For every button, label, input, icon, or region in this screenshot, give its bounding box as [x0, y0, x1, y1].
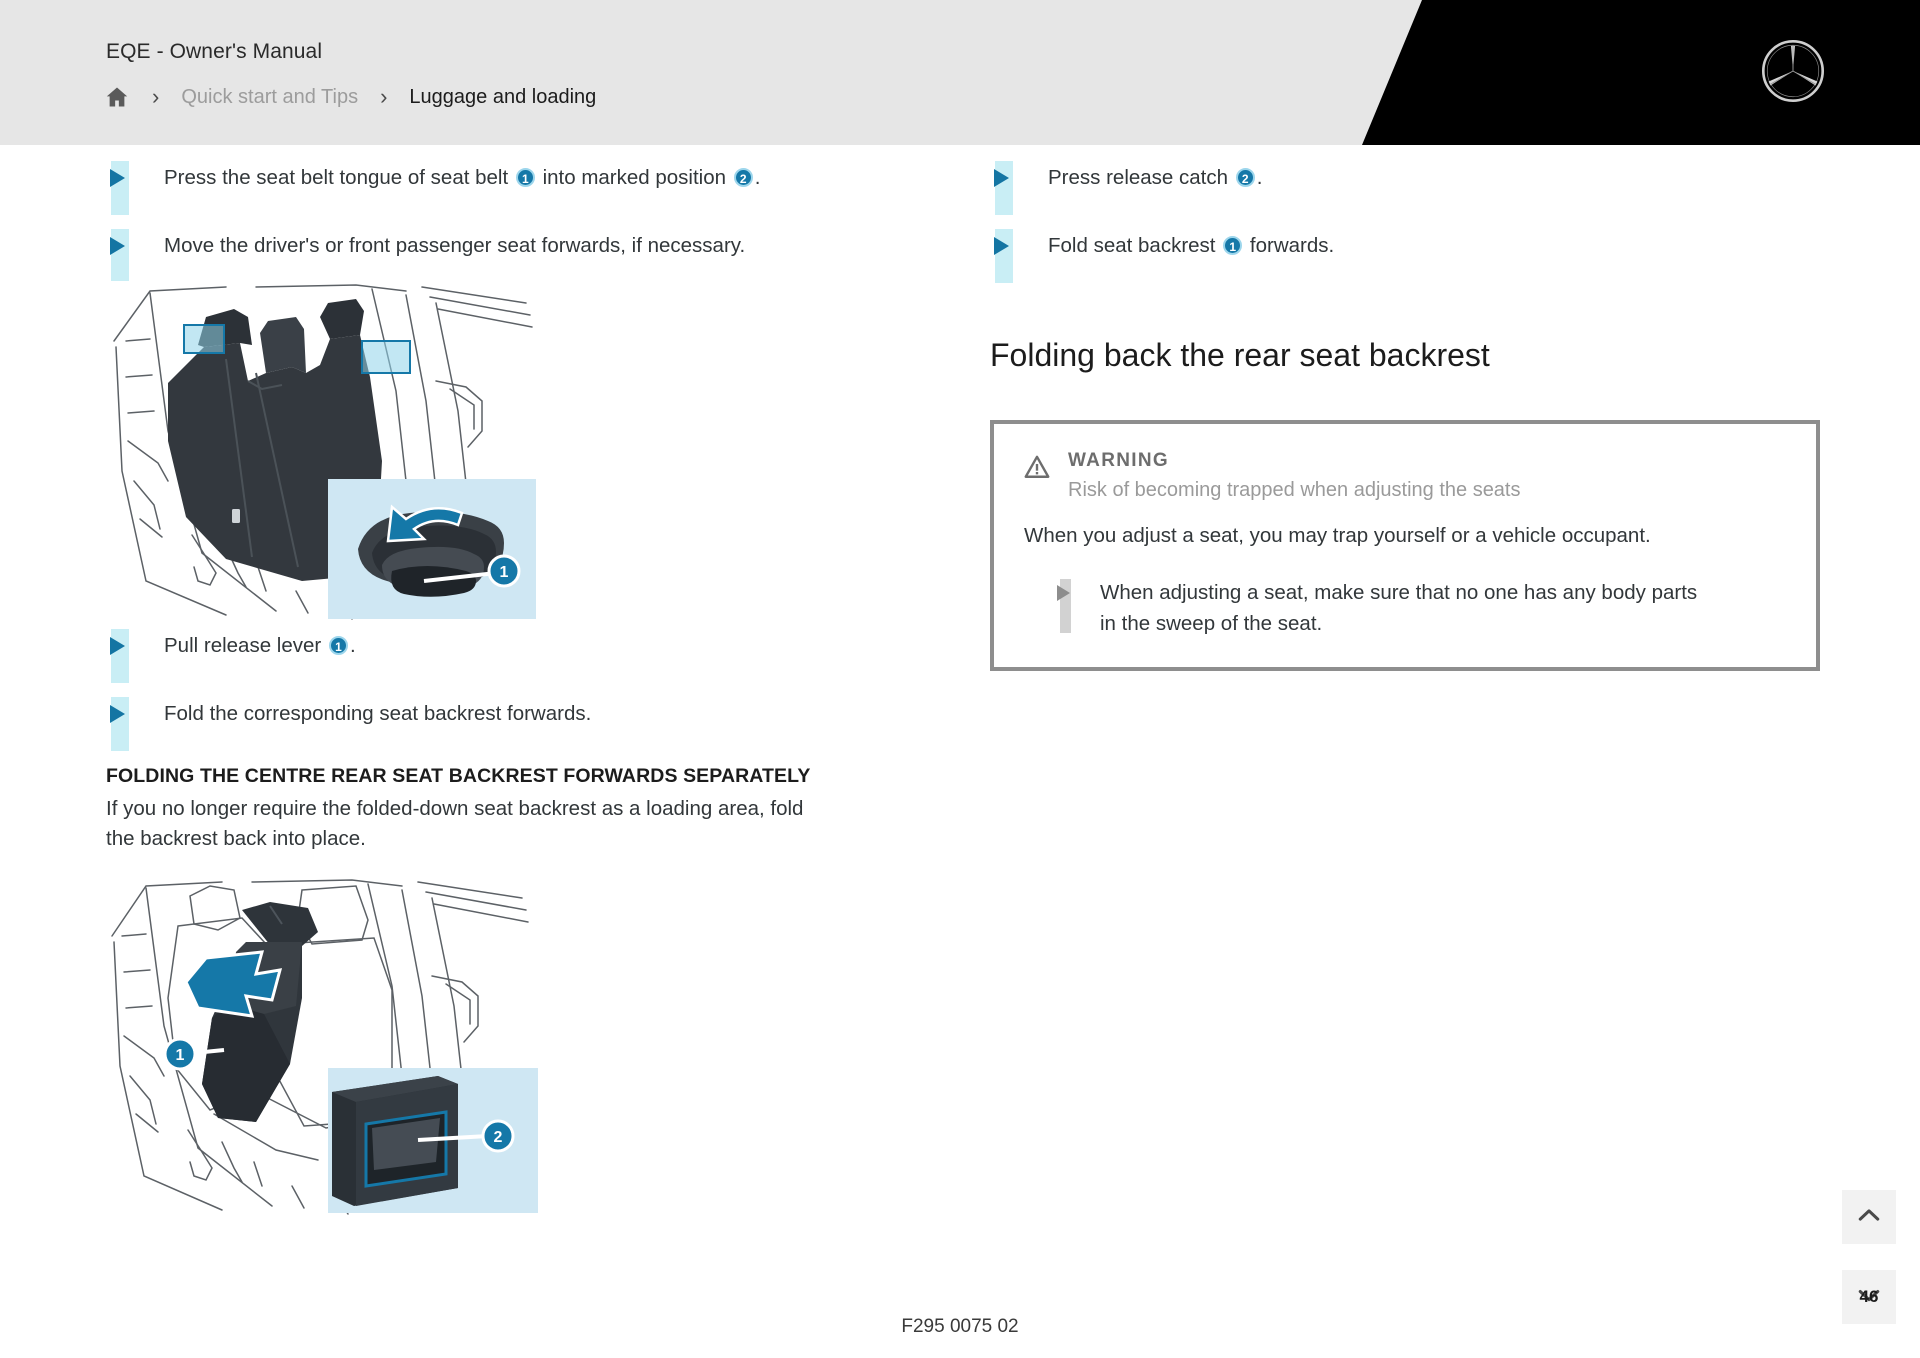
- scroll-to-top-button[interactable]: [1842, 1190, 1896, 1244]
- callout-number: 1: [1223, 236, 1243, 255]
- list-item-text: Fold the corresponding seat backrest for…: [164, 702, 592, 725]
- callout-number: 1: [328, 636, 348, 655]
- callout-number: 2: [1235, 168, 1255, 187]
- page-header: EQE - Owner's Manual › Quick start and T…: [0, 0, 1920, 145]
- list-item: Press the seat belt tongue of seat belt …: [106, 159, 916, 215]
- list-item: Press release catch 2.: [990, 159, 1820, 215]
- breadcrumb-item-luggage-and-loading[interactable]: Luggage and loading: [409, 86, 596, 109]
- warning-triangle-icon: [1024, 450, 1068, 485]
- section-heading: FOLDING THE CENTRE REAR SEAT BACKREST FO…: [106, 765, 811, 787]
- warning-box: WARNING Risk of becoming trapped when ad…: [990, 420, 1820, 671]
- bullet-marker: [990, 159, 1048, 215]
- section-paragraph: If you no longer require the folded-down…: [106, 797, 804, 850]
- warning-list-item-text: When adjusting a seat, make sure that no…: [1100, 581, 1698, 635]
- bullet-triangle-icon: [1057, 585, 1070, 601]
- header-black-accent: [1362, 0, 1920, 145]
- list-item-text: Press the seat belt tongue of seat belt …: [164, 166, 761, 189]
- right-column: Press release catch 2. Fold seat backres…: [990, 145, 1820, 671]
- breadcrumb-separator-2: ›: [380, 84, 388, 109]
- page-content: Press the seat belt tongue of seat belt …: [0, 145, 1920, 1358]
- left-column: Press the seat belt tongue of seat belt …: [106, 145, 916, 1228]
- figure-code: F295 0075 02: [901, 1316, 1019, 1337]
- bullet-marker: [106, 159, 164, 215]
- bullet-triangle-icon: [994, 169, 1009, 187]
- warning-list-item: When adjusting a seat, make sure that no…: [1024, 577, 1786, 639]
- centre-rear-backrest-illustration: 1 2: [106, 878, 916, 1228]
- next-page-button[interactable]: 46: [1842, 1270, 1896, 1324]
- page-title: Folding back the rear seat backrest: [990, 337, 1490, 373]
- bullet-triangle-icon: [110, 637, 125, 655]
- instruction-list-top-left: Press the seat belt tongue of seat belt …: [106, 145, 916, 283]
- warning-header: WARNING Risk of becoming trapped when ad…: [1024, 450, 1786, 505]
- svg-text:2: 2: [494, 1129, 503, 1146]
- bullet-triangle-icon: [994, 237, 1009, 255]
- svg-text:1: 1: [176, 1047, 185, 1064]
- breadcrumb: › Quick start and Tips › Luggage and loa…: [104, 80, 596, 114]
- list-item: Fold seat backrest 1 forwards.: [990, 227, 1820, 283]
- page-number: 46: [1859, 1287, 1879, 1306]
- bullet-marker: [106, 627, 164, 683]
- list-item: Pull release lever 1.: [106, 627, 916, 683]
- breadcrumb-separator-1: ›: [152, 84, 160, 109]
- chevron-up-icon: [1855, 1201, 1883, 1234]
- breadcrumb-item-quick-start[interactable]: Quick start and Tips: [181, 86, 358, 109]
- list-item-text: Fold seat backrest 1 forwards.: [1048, 234, 1335, 257]
- svg-text:1: 1: [500, 564, 509, 581]
- bullet-triangle-icon: [110, 237, 125, 255]
- bullet-marker: [1024, 577, 1100, 637]
- callout-number: 1: [515, 168, 535, 187]
- mercedes-star-logo: [1760, 38, 1826, 104]
- warning-body-text: When you adjust a seat, you may trap you…: [1024, 524, 1651, 547]
- bullet-marker: [106, 695, 164, 751]
- bullet-marker: [106, 227, 164, 283]
- bullet-triangle-icon: [110, 169, 125, 187]
- list-item-text: Pull release lever 1.: [164, 634, 356, 657]
- bullet-marker: [990, 227, 1048, 283]
- manual-title: EQE - Owner's Manual: [106, 40, 323, 63]
- callout-number: 2: [733, 168, 753, 187]
- list-item-text: Move the driver's or front passenger sea…: [164, 234, 746, 257]
- warning-title: WARNING: [1068, 450, 1169, 471]
- rear-seat-backrest-illustration: 1: [106, 281, 916, 621]
- list-item: Fold the corresponding seat backrest for…: [106, 695, 916, 751]
- bullet-triangle-icon: [110, 705, 125, 723]
- instruction-list-mid-left: Pull release lever 1. Fold the correspon…: [106, 627, 916, 751]
- home-icon[interactable]: [104, 84, 130, 110]
- list-item: Move the driver's or front passenger sea…: [106, 227, 916, 283]
- instruction-list-top-right: Press release catch 2. Fold seat backres…: [990, 145, 1820, 283]
- warning-subtitle: Risk of becoming trapped when adjusting …: [1068, 479, 1521, 501]
- list-item-text: Press release catch 2.: [1048, 166, 1263, 189]
